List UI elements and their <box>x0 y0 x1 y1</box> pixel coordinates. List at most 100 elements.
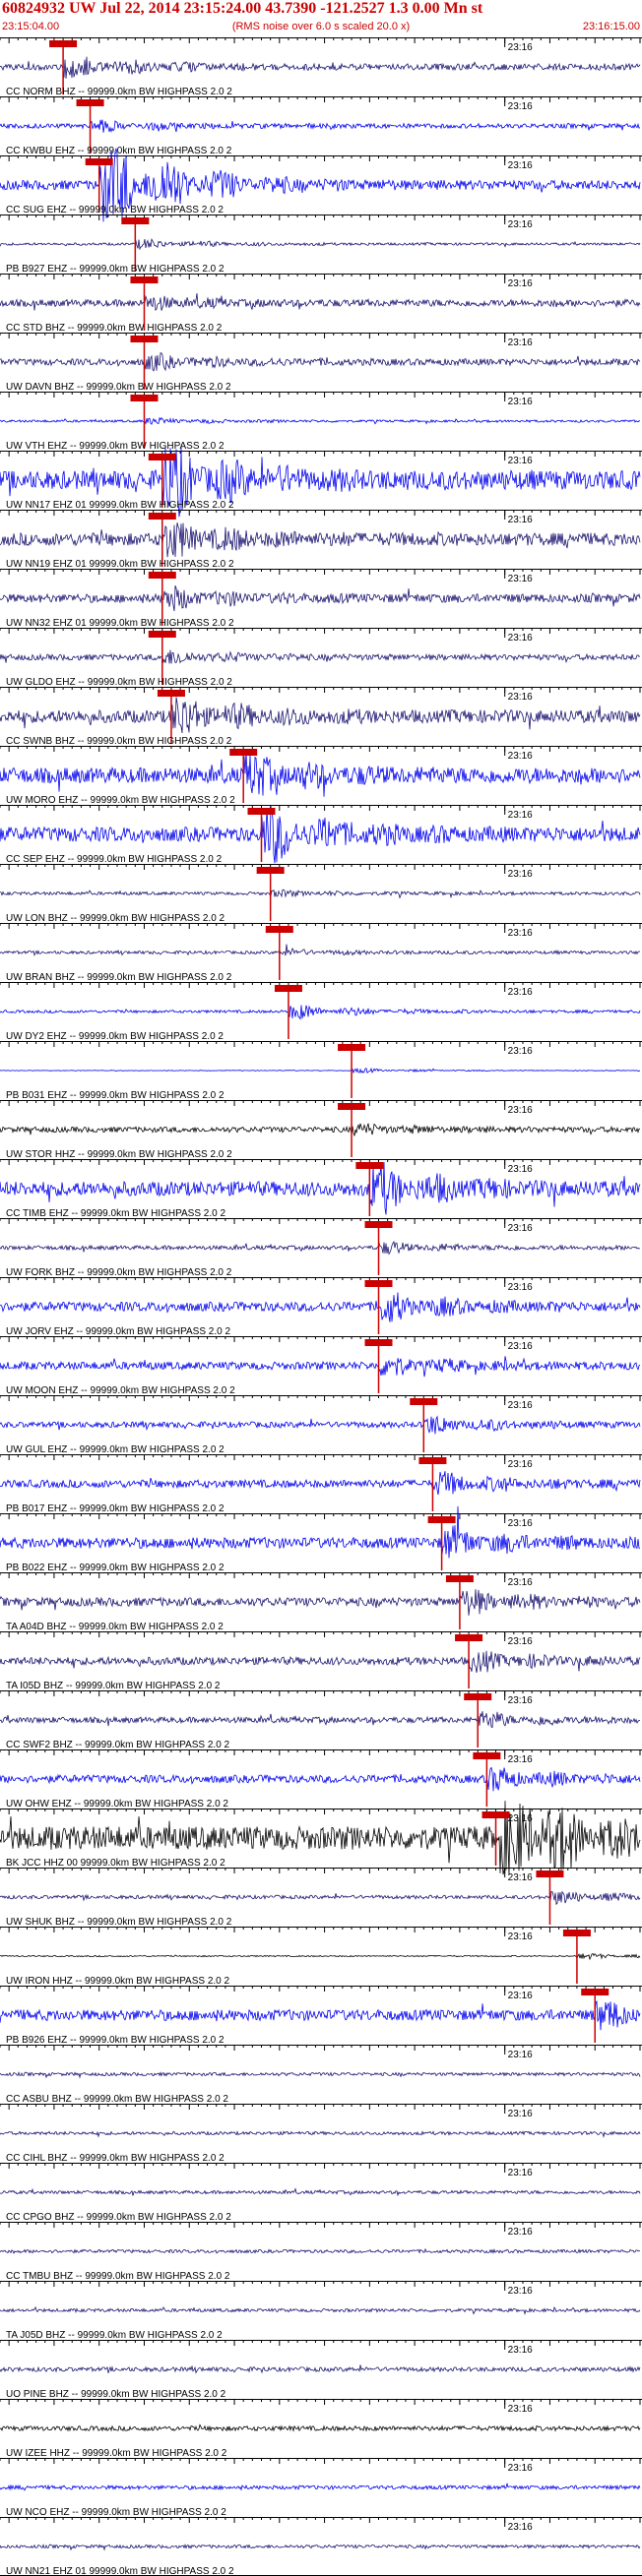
waveform-trace <box>0 352 641 372</box>
waveform-trace <box>0 1711 641 1729</box>
minute-label: 23:16 <box>508 278 533 289</box>
pick-flag <box>130 336 159 342</box>
minute-label: 23:16 <box>508 1400 533 1411</box>
channel-panel: 23:16 UW FORK BHZ -- 99999.0km BW HIGHPAS… <box>0 1218 642 1278</box>
channel-panel: 23:16 UW OHW EHZ -- 99999.0km BW HIGHPASS… <box>0 1749 642 1809</box>
channel-panel: 23:16 PB B926 EHZ -- 99999.0km BW HIGHPAS… <box>0 1986 642 2046</box>
pick-flag <box>455 1634 483 1641</box>
pick-flag <box>364 1280 393 1287</box>
pick-flag <box>473 1752 501 1759</box>
channel-label: PB B926 EHZ -- 99999.0km BW HIGHPASS 2.0… <box>6 2035 225 2046</box>
waveform-trace <box>0 889 641 899</box>
waveform-trace <box>0 1415 641 1435</box>
waveform-trace <box>0 584 641 612</box>
pick-flag <box>157 690 185 697</box>
pick-flag <box>256 867 285 874</box>
channel-label: PB B031 EHZ -- 99999.0km BW HIGHPASS 2.0… <box>6 1090 225 1101</box>
minute-label: 23:16 <box>508 2286 533 2297</box>
minute-label: 23:16 <box>508 1282 533 1293</box>
waveform-trace <box>0 522 641 558</box>
minute-label: 23:16 <box>508 633 533 644</box>
channel-label: UW STOR HHZ -- 99999.0km BW HIGHPASS 2.0… <box>6 1149 232 1160</box>
minute-label: 23:16 <box>508 2227 533 2238</box>
waveform-trace <box>0 1890 641 1906</box>
channel-label: UW MORO EHZ -- 99999.0km BW HIGHPASS 2.0… <box>6 795 235 806</box>
pick-flag <box>247 808 276 815</box>
pick-flag <box>427 1516 456 1523</box>
minute-label: 23:16 <box>508 692 533 703</box>
pick-flag <box>85 158 113 165</box>
channel-label: TA I05D BHZ -- 99999.0km BW HIGHPASS 2.0… <box>6 1681 221 1691</box>
waveform-trace <box>0 697 641 734</box>
channel-panel: 23:16 UW LON BHZ -- 99999.0km BW HIGHPASS… <box>0 864 642 924</box>
minute-label: 23:16 <box>508 2404 533 2415</box>
pick-flag <box>148 513 176 520</box>
channel-panel: 23:16 CC TMBU BHZ -- 99999.0km BW HIGHPAS… <box>0 2222 642 2282</box>
channel-panel: 23:16 UW DAVN BHZ -- 99999.0km BW HIGHPAS… <box>0 333 642 393</box>
channel-panel: 23:16 UW NN19 EHZ 01 99999.0km BW HIGHPAS… <box>0 510 642 570</box>
minute-label: 23:16 <box>508 1872 533 1883</box>
channel-panel: 23:16BK JCC HHZ 00 99999.0km BW HIGHPASS… <box>0 1801 642 1875</box>
minute-label: 23:16 <box>508 574 533 584</box>
waveform-trace <box>0 1123 641 1136</box>
end-time-label: 23:16:15.00 <box>582 21 640 32</box>
channel-panel: 23:16 CC KWBU EHZ -- 99999.0km BW HIGHPAS… <box>0 96 642 156</box>
waveform-trace <box>0 292 641 312</box>
minute-label: 23:16 <box>508 2345 533 2356</box>
waveform-trace <box>0 1589 641 1616</box>
minute-label: 23:16 <box>508 515 533 525</box>
waveform-trace <box>0 2130 641 2138</box>
pick-flag <box>464 1693 492 1700</box>
minute-label: 23:16 <box>508 42 533 53</box>
channel-label: CC CPGO BHZ -- 99999.0km BW HIGHPASS 2.0… <box>6 2212 231 2223</box>
waveform-trace <box>0 1292 641 1322</box>
minute-label: 23:16 <box>508 219 533 230</box>
seismogram-plot: 23:16 CC NORM BHZ -- 99999.0km BW HIGHPAS… <box>0 37 642 2576</box>
waveform-trace <box>0 2483 641 2491</box>
channel-panel: 23:16 PB B017 EHZ -- 99999.0km BW HIGHPAS… <box>0 1454 642 1514</box>
minute-label: 23:16 <box>508 1459 533 1470</box>
channel-panel: 23:16 CC TIMB EHZ -- 99999.0km BW HIGHPAS… <box>0 1159 642 1219</box>
channel-label: UW GLDO EHZ -- 99999.0km BW HIGHPASS 2.0… <box>6 677 232 688</box>
channel-panel: 23:16 UW IRON HHZ -- 99999.0km BW HIGHPAS… <box>0 1927 642 1987</box>
channel-panel: 23:16 PB B927 EHZ -- 99999.0km BW HIGHPAS… <box>0 215 642 275</box>
channel-panel: 23:16 TA A04D BHZ -- 99999.0km BW HIGHPAS… <box>0 1572 642 1632</box>
minute-label: 23:16 <box>508 1754 533 1765</box>
minute-label: 23:16 <box>508 2168 533 2178</box>
pick-flag <box>338 1103 366 1110</box>
minute-label: 23:16 <box>508 1695 533 1706</box>
channel-label: PB B927 EHZ -- 99999.0km BW HIGHPASS 2.0… <box>6 264 225 275</box>
channel-label: BK JCC HHZ 00 99999.0km BW HIGHPASS 2.0 … <box>6 1858 225 1869</box>
minute-label: 23:16 <box>508 810 533 821</box>
minute-label: 23:16 <box>508 1223 533 1234</box>
channel-label: PB B017 EHZ -- 99999.0km BW HIGHPASS 2.0… <box>6 1503 225 1514</box>
channel-label: UW NN32 EHZ 01 99999.0km BW HIGHPASS 2.0… <box>6 618 234 629</box>
channel-label: UW LON BHZ -- 99999.0km BW HIGHPASS 2.0 … <box>6 913 225 924</box>
waveform-trace <box>0 1356 641 1378</box>
minute-label: 23:16 <box>508 1932 533 1942</box>
waveform-trace <box>0 2071 641 2079</box>
pick-flag <box>364 1221 393 1228</box>
channel-panel: 23:16 UW NN21 EHZ 01 99999.0km BW HIGHPAS… <box>0 2517 642 2576</box>
channel-label: UW SHUK BHZ -- 99999.0km BW HIGHPASS 2.0… <box>6 1917 232 1928</box>
waveform-trace <box>0 1161 641 1215</box>
channel-label: UW IRON HHZ -- 99999.0km BW HIGHPASS 2.0… <box>6 1976 230 1987</box>
channel-label: CC TMBU BHZ -- 99999.0km BW HIGHPASS 2.0… <box>6 2271 230 2282</box>
waveform-trace <box>0 56 641 79</box>
waveform-trace <box>0 649 641 664</box>
waveform-trace <box>0 119 641 134</box>
minute-label: 23:16 <box>508 456 533 466</box>
channel-label: CC SUG EHZ -- 99999.0km BW HIGHPASS 2.0 … <box>6 205 224 215</box>
pick-flag <box>355 1162 384 1169</box>
waveform-trace <box>0 237 641 251</box>
channel-panel: 23:16 CC STD BHZ -- 99999.0km BW HIGHPASS… <box>0 274 642 334</box>
channel-panel: 23:16 UW JORV EHZ -- 99999.0km BW HIGHPAS… <box>0 1277 642 1337</box>
channel-label: CC ASBU BHZ -- 99999.0km BW HIGHPASS 2.0… <box>6 2094 228 2105</box>
channel-panel: 23:16 CC CPGO BHZ -- 99999.0km BW HIGHPAS… <box>0 2163 642 2223</box>
pick-flag <box>562 1930 591 1936</box>
channel-panel: 23:16 CC SEP EHZ -- 99999.0km BW HIGHPASS… <box>0 805 642 865</box>
minute-label: 23:16 <box>508 2109 533 2119</box>
waveform-trace <box>0 1471 641 1496</box>
channel-panel: 23:16 UW GLDO EHZ -- 99999.0km BW HIGHPAS… <box>0 628 642 688</box>
channel-panel: 23:16 CC SWNB BHZ -- 99999.0km BW HIGHPAS… <box>0 687 642 747</box>
